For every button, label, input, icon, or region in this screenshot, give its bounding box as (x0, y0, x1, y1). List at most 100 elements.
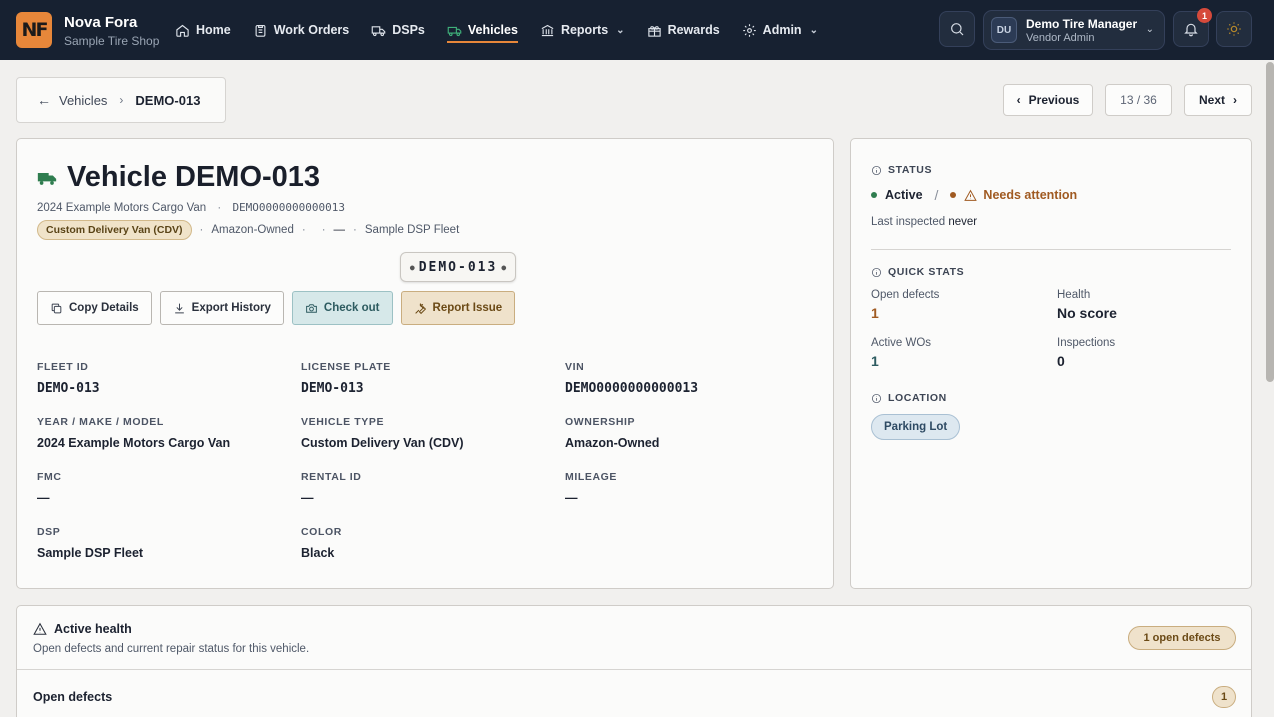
info-icon (871, 165, 882, 175)
chevron-left-icon: ‹ (1016, 93, 1021, 107)
field-ownership: OWNERSHIP Amazon-Owned (565, 416, 817, 452)
field-value: 2024 Example Motors Cargo Van (37, 436, 231, 450)
stat-label: Open defects (871, 289, 940, 301)
open-defects-heading: Open defects (33, 690, 113, 704)
field-value: — (565, 491, 578, 505)
license-plate-badge: ● DEMO-013 ● (400, 252, 516, 282)
last-inspected: Last inspected never (871, 216, 977, 228)
app-logo[interactable]: NF (16, 12, 52, 48)
location-heading: LOCATION (888, 392, 947, 404)
next-label: Next (1198, 93, 1225, 107)
theme-toggle-button[interactable] (1216, 11, 1252, 47)
stat-active-wos: Active WOs 1 (871, 337, 931, 369)
export-history-button[interactable]: Export History (159, 291, 284, 325)
ownership-tag: Amazon-Owned (211, 224, 294, 236)
export-history-label: Export History (191, 302, 271, 314)
separator-dot: · (217, 202, 222, 214)
field-value: — (301, 491, 314, 505)
attention-status-label: Needs attention (983, 188, 1078, 202)
clipboard-icon (255, 24, 266, 37)
search-button[interactable] (939, 11, 975, 47)
nav-reports[interactable]: Reports ⌄ (540, 0, 625, 60)
field-label: VIN (565, 361, 585, 373)
nav-reports-label: Reports (560, 23, 609, 37)
location-pill[interactable]: Parking Lot (871, 414, 961, 440)
sun-icon (1227, 22, 1241, 36)
breadcrumb-vehicles-link[interactable]: Vehicles (59, 93, 107, 108)
field-value: Sample DSP Fleet (37, 546, 144, 560)
truck-icon (371, 25, 386, 36)
field-vehicle-type: VEHICLE TYPE Custom Delivery Van (CDV) (301, 416, 565, 452)
active-status: Active (885, 188, 923, 202)
open-defects-count-badge: 1 (1212, 686, 1236, 708)
plate-bolt-icon: ● (501, 262, 507, 272)
pager-count: 13 / 36 (1105, 84, 1172, 116)
active-health-title: Active health (54, 622, 132, 636)
breadcrumb: ← Vehicles › DEMO-013 (16, 77, 226, 123)
stat-value: 0 (1057, 353, 1065, 369)
field-label: LICENSE PLATE (301, 361, 391, 373)
bank-icon (541, 24, 554, 36)
page-scrollbar[interactable] (1266, 62, 1274, 382)
copy-details-button[interactable]: Copy Details (37, 291, 152, 325)
search-icon (951, 23, 964, 36)
user-menu[interactable]: DU Demo Tire Manager Vendor Admin ⌄ (983, 10, 1165, 50)
warning-icon (964, 189, 978, 201)
vehicle-subline: 2024 Example Motors Cargo Van · DEMO0000… (37, 201, 345, 214)
status-heading: STATUS (888, 164, 933, 176)
report-issue-button[interactable]: Report Issue (400, 291, 516, 325)
nav-home-label: Home (196, 23, 231, 37)
previous-button[interactable]: ‹ Previous (1003, 84, 1093, 116)
field-label: RENTAL ID (301, 471, 362, 483)
status-separator: / (934, 187, 939, 203)
notification-count-badge: 1 (1197, 8, 1212, 23)
stat-inspections: Inspections 0 (1057, 337, 1115, 369)
field-year-make-model: YEAR / MAKE / MODEL 2024 Example Motors C… (37, 416, 301, 452)
active-status-dot (871, 192, 877, 198)
field-label: OWNERSHIP (565, 416, 636, 428)
arrow-left-icon[interactable]: ← (37, 92, 51, 108)
divider (17, 669, 1251, 670)
check-out-button[interactable]: Check out (291, 291, 393, 325)
status-section-label: STATUS (871, 164, 932, 176)
field-dsp: DSP Sample DSP Fleet (37, 526, 301, 562)
stat-open-defects: Open defects 1 (871, 289, 939, 321)
field-value: DEMO-013 (301, 381, 364, 396)
nav-dsps-label: DSPs (392, 23, 425, 37)
field-color: COLOR Black (301, 526, 565, 562)
nav-dsps[interactable]: DSPs (371, 0, 425, 60)
stat-value: 1 (871, 353, 879, 369)
field-label: YEAR / MAKE / MODEL (37, 416, 164, 428)
location-section-label: LOCATION (871, 392, 947, 404)
active-health-subtitle: Open defects and current repair status f… (33, 643, 310, 655)
field-label: DSP (37, 526, 61, 538)
wrench-icon (414, 302, 426, 314)
nav-admin[interactable]: Admin ⌄ (742, 0, 818, 60)
field-label: FLEET ID (37, 361, 89, 373)
field-mileage: MILEAGE — (565, 471, 817, 507)
nav-work-orders[interactable]: Work Orders (253, 0, 350, 60)
last-inspected-value: never (948, 216, 978, 228)
chevron-right-icon: › (119, 93, 124, 107)
user-info: Demo Tire Manager Vendor Admin (1026, 17, 1137, 44)
quick-stats-section-label: QUICK STATS (871, 266, 964, 278)
separator-dot: · (301, 224, 306, 236)
field-value: Custom Delivery Van (CDV) (301, 436, 464, 450)
field-license-plate: LICENSE PLATE DEMO-013 (301, 361, 565, 397)
stat-value: No score (1057, 305, 1117, 321)
nav-vehicles[interactable]: Vehicles (446, 0, 518, 60)
chevron-down-icon: ⌄ (1145, 24, 1154, 35)
separator-dot: · (199, 224, 204, 236)
nav-rewards[interactable]: Rewards (647, 0, 720, 60)
notifications-button[interactable]: 1 (1173, 8, 1212, 47)
nav-home[interactable]: Home (175, 0, 231, 60)
next-button[interactable]: Next › (1184, 84, 1252, 116)
stat-value: 1 (871, 305, 879, 321)
attention-status: Needs attention (964, 188, 1077, 202)
vehicle-title-row: Vehicle DEMO-013 (37, 161, 320, 194)
active-health-heading: Active health (33, 622, 132, 636)
nav-work-orders-label: Work Orders (273, 23, 350, 37)
download-icon (174, 303, 184, 313)
vehicle-model-line: 2024 Example Motors Cargo Van (37, 202, 207, 214)
main-nav: Home Work Orders DSPs Vehicles Reports ⌄… (175, 0, 840, 60)
